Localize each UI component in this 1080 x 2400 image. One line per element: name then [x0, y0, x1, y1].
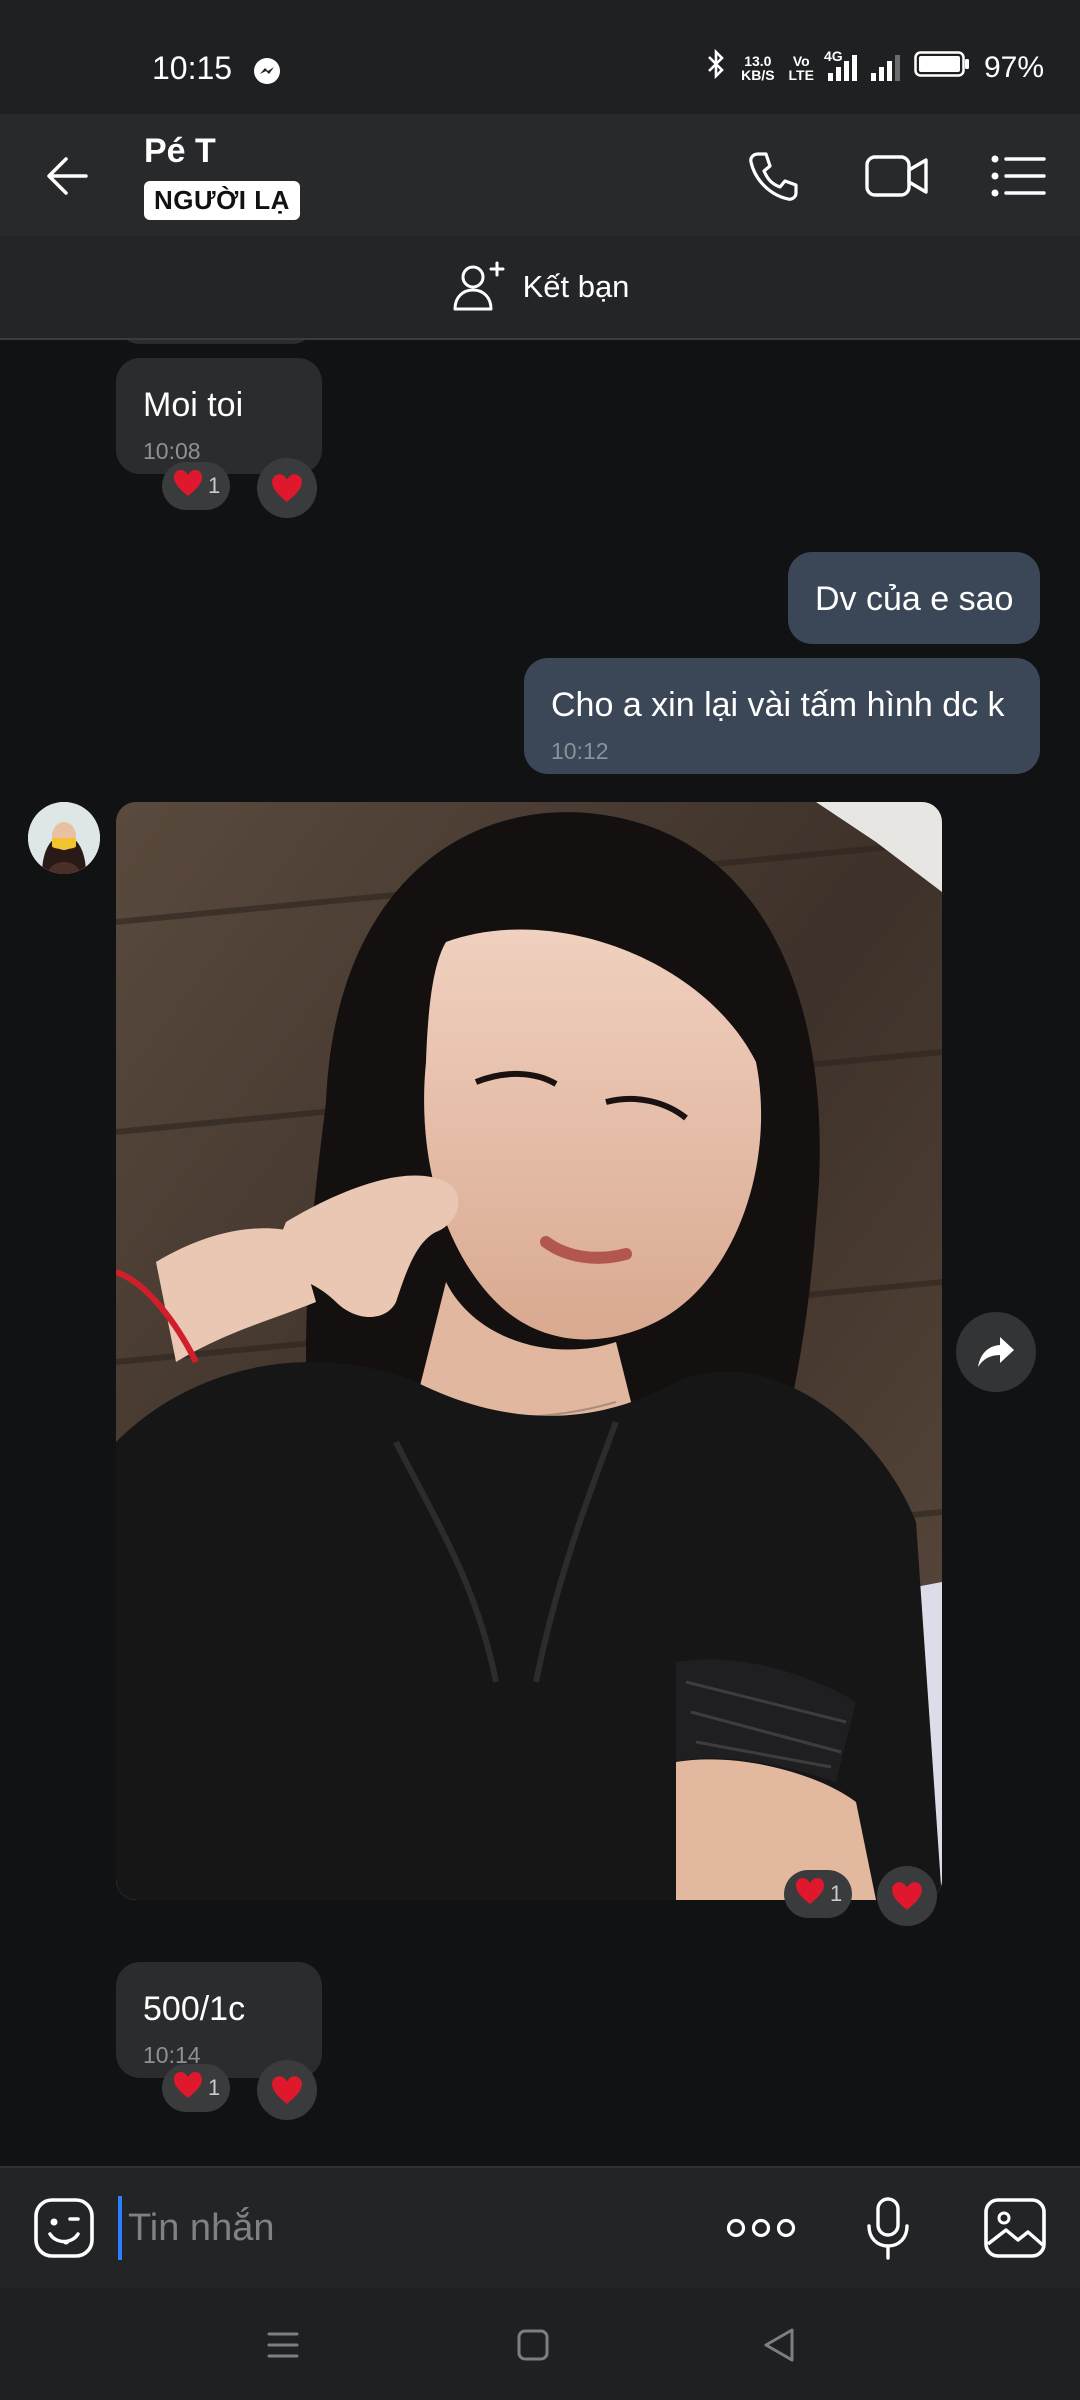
- battery-icon: [914, 49, 970, 87]
- message-bubble-incoming[interactable]: Moi toi 10:08: [116, 358, 322, 474]
- photo-message[interactable]: [116, 802, 942, 1900]
- more-options-button[interactable]: [726, 2210, 796, 2246]
- heart-icon: [172, 468, 204, 504]
- contact-avatar[interactable]: [28, 802, 100, 874]
- home-icon: [517, 2329, 549, 2361]
- message-text: Cho a xin lại vài tấm hình dc k: [551, 686, 1005, 724]
- add-friend-bar: Kết bạn: [0, 236, 1080, 340]
- battery-percent: 97%: [983, 51, 1044, 84]
- add-user-icon: [453, 261, 505, 311]
- gallery-button[interactable]: [982, 2196, 1048, 2260]
- react-heart-button[interactable]: [257, 2060, 317, 2120]
- heart-icon: [892, 1882, 922, 1910]
- phone-icon: [749, 152, 798, 201]
- messenger-icon: [252, 56, 282, 91]
- heart-icon: [172, 2070, 204, 2106]
- message-bubble-outgoing[interactable]: Cho a xin lại vài tấm hình dc k 10:12: [524, 658, 1040, 774]
- back-triangle-icon: [764, 2328, 794, 2362]
- add-friend-button[interactable]: Kết bạn: [0, 236, 1080, 338]
- share-button[interactable]: [956, 1312, 1036, 1392]
- status-time: 10:15: [152, 50, 233, 86]
- message-text: Moi toi: [143, 386, 244, 424]
- home-nav-button[interactable]: [516, 2328, 550, 2362]
- more-dots-icon: [726, 2218, 796, 2238]
- status-right-group: 13.0 KB/S Vo LTE 4G 97%: [705, 48, 1044, 88]
- photo-reaction-summary[interactable]: 1: [784, 1870, 853, 1918]
- chat-menu-button[interactable]: [990, 152, 1046, 200]
- react-heart-button[interactable]: [877, 1866, 937, 1926]
- message-time: 10:08: [143, 438, 201, 464]
- stranger-badge: NGƯỜI LẠ: [144, 181, 300, 220]
- add-friend-label: Kết bạn: [522, 269, 630, 304]
- message-bubble-outgoing[interactable]: Dv của e sao: [788, 552, 1040, 644]
- message-bubble-partial: [116, 340, 316, 344]
- reaction-summary[interactable]: 1: [162, 2064, 231, 2112]
- sticker-button[interactable]: [32, 2196, 96, 2260]
- heart-icon: [794, 1876, 826, 1912]
- reaction-count: 1: [830, 1881, 843, 1906]
- back-arrow-icon: [47, 157, 88, 195]
- signal-icon: [870, 55, 900, 81]
- video-camera-icon: [865, 155, 928, 197]
- reaction-count: 1: [208, 2075, 221, 2100]
- reaction-count: 1: [208, 473, 221, 498]
- forward-icon: [978, 1337, 1014, 1367]
- recents-icon: [267, 2332, 299, 2358]
- message-text: 500/1c: [143, 1990, 246, 2028]
- video-call-button[interactable]: [864, 150, 930, 204]
- message-list[interactable]: Moi toi 10:08 1 Dv của e sao Cho a xin l…: [0, 340, 1080, 2166]
- back-nav-button[interactable]: [762, 2326, 796, 2364]
- list-menu-icon: [991, 155, 1046, 197]
- avatar-portrait: [28, 802, 100, 874]
- message-text: Dv của e sao: [815, 580, 1014, 618]
- microphone-icon: [867, 2197, 909, 2260]
- selfie-photo: [116, 802, 942, 1900]
- reaction-summary[interactable]: 1: [162, 462, 231, 510]
- volte-indicator: Vo LTE: [788, 53, 814, 83]
- signal-4g-icon: 4G: [824, 49, 857, 81]
- heart-icon: [272, 2076, 302, 2104]
- voice-record-button[interactable]: [864, 2196, 912, 2262]
- back-button[interactable]: [40, 148, 100, 204]
- contact-name[interactable]: Pé T: [144, 132, 216, 171]
- heart-icon: [272, 474, 302, 502]
- sticker-icon: [34, 2198, 94, 2258]
- message-time: 10:12: [551, 738, 609, 764]
- bluetooth-icon: [705, 48, 727, 88]
- image-icon: [984, 2198, 1046, 2258]
- recents-nav-button[interactable]: [266, 2328, 300, 2362]
- voice-call-button[interactable]: [744, 148, 802, 206]
- message-input[interactable]: [118, 2196, 688, 2260]
- net-speed: 13.0 KB/S: [741, 53, 775, 83]
- react-heart-button[interactable]: [257, 458, 317, 518]
